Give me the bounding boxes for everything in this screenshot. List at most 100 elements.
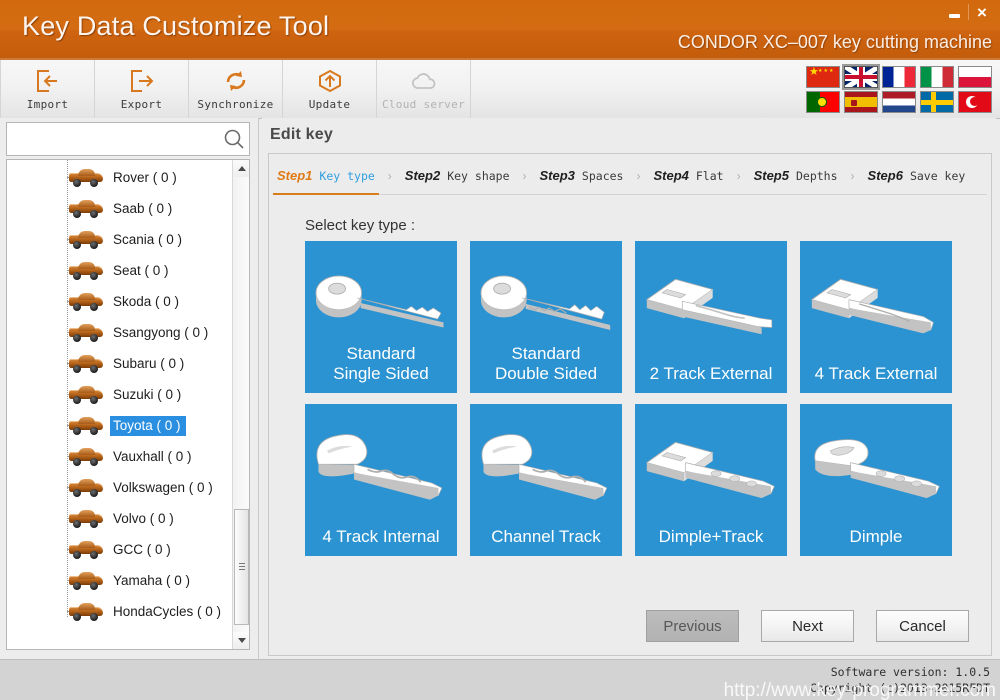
brand-tree-viewport: Rover ( 0 ) Saab ( 0 ) Scania ( 0 )Seat ( … bbox=[7, 160, 232, 649]
tree-item[interactable]: Scania ( 0 ) bbox=[7, 224, 232, 255]
window-controls: × bbox=[940, 0, 996, 24]
tree-item[interactable]: Seat ( 0 ) bbox=[7, 255, 232, 286]
tree-item[interactable]: GCC ( 0 ) bbox=[7, 534, 232, 565]
tree-item-label: Volvo ( 0 ) bbox=[110, 509, 179, 529]
tree-item[interactable]: Saab ( 0 ) bbox=[7, 193, 232, 224]
wizard-buttons: Previous Next Cancel bbox=[646, 610, 969, 642]
key-type-card[interactable]: Dimple+Track bbox=[635, 404, 787, 556]
step-tab-5[interactable]: Step5Depths bbox=[750, 158, 842, 194]
flag-sweden[interactable] bbox=[920, 91, 954, 113]
panel-divider bbox=[258, 118, 259, 660]
step-tab-3[interactable]: Step3Spaces bbox=[536, 158, 628, 194]
tree-item[interactable]: Toyota ( 0 ) bbox=[7, 410, 232, 441]
tree-scrollbar[interactable] bbox=[232, 160, 249, 649]
flag-portugal[interactable] bbox=[806, 91, 840, 113]
car-icon bbox=[69, 479, 103, 496]
car-icon bbox=[69, 324, 103, 341]
step-number: Step4 bbox=[653, 168, 688, 183]
key-type-label: 4 Track External bbox=[815, 364, 938, 384]
next-button[interactable]: Next bbox=[761, 610, 854, 642]
previous-button[interactable]: Previous bbox=[646, 610, 739, 642]
car-icon bbox=[69, 448, 103, 465]
toolbar: Import Export Synchronize bbox=[0, 60, 1000, 119]
step-number: Step5 bbox=[754, 168, 789, 183]
step-tab-6[interactable]: Step6 Save key bbox=[864, 158, 970, 194]
key-type-label: Dimple+Track bbox=[659, 527, 764, 547]
flag-united-kingdom[interactable] bbox=[844, 66, 878, 88]
dimple-icon bbox=[800, 418, 952, 514]
tree-item[interactable]: Ssangyong ( 0 ) bbox=[7, 317, 232, 348]
sidebar: Rover ( 0 ) Saab ( 0 ) Scania ( 0 )Seat ( … bbox=[0, 118, 258, 700]
search-box[interactable] bbox=[6, 122, 250, 156]
flag-china[interactable] bbox=[806, 66, 840, 88]
brand-tree-list: Rover ( 0 ) Saab ( 0 ) Scania ( 0 )Seat ( … bbox=[7, 160, 232, 627]
car-icon bbox=[69, 262, 103, 279]
key-type-card[interactable]: Dimple bbox=[800, 404, 952, 556]
key-type-card[interactable]: 4 Track Internal bbox=[305, 404, 457, 556]
flag-france[interactable] bbox=[882, 66, 916, 88]
toolbar-label-import: Import bbox=[27, 98, 69, 111]
search-input[interactable] bbox=[7, 123, 219, 155]
key-type-label: Dimple bbox=[850, 527, 903, 547]
tree-item[interactable]: Vauxhall ( 0 ) bbox=[7, 441, 232, 472]
flag-spain[interactable] bbox=[844, 91, 878, 113]
tree-item[interactable]: Volkswagen ( 0 ) bbox=[7, 472, 232, 503]
toolbar-button-cloud-server[interactable]: Cloud server bbox=[377, 60, 471, 118]
scroll-down-arrow[interactable] bbox=[233, 632, 250, 649]
std-double-icon bbox=[470, 255, 622, 351]
step-description: Key shape bbox=[447, 169, 509, 183]
key-type-label: Standard Single Sided bbox=[333, 344, 428, 384]
tree-item-label: Skoda ( 0 ) bbox=[110, 292, 184, 312]
key-type-label: Channel Track bbox=[491, 527, 601, 547]
tree-item-label: Yamaha ( 0 ) bbox=[110, 571, 195, 591]
edit-key-card: Step1Key type›Step2Key shape›Step3Spaces… bbox=[268, 153, 992, 656]
machine-title: CONDOR XC–007 key cutting machine bbox=[678, 32, 992, 53]
flag-netherlands[interactable] bbox=[882, 91, 916, 113]
step-number: Step6 bbox=[868, 168, 903, 183]
tree-item-label: Saab ( 0 ) bbox=[110, 199, 177, 219]
key-type-card[interactable]: Standard Single Sided bbox=[305, 241, 457, 393]
tree-item[interactable]: Rover ( 0 ) bbox=[7, 162, 232, 193]
step-description: Save key bbox=[910, 169, 965, 183]
minimize-button[interactable] bbox=[940, 1, 968, 23]
search-icon[interactable] bbox=[219, 128, 249, 150]
page-title: Edit key bbox=[270, 126, 333, 144]
step-number: Step2 bbox=[405, 168, 440, 183]
key-type-label: 2 Track External bbox=[650, 364, 773, 384]
flag-poland[interactable] bbox=[958, 66, 992, 88]
flag-italy[interactable] bbox=[920, 66, 954, 88]
car-icon bbox=[69, 355, 103, 372]
scroll-thumb[interactable] bbox=[234, 509, 249, 625]
flag-row-1 bbox=[806, 66, 992, 88]
tree-item[interactable]: HondaCycles ( 0 ) bbox=[7, 596, 232, 627]
tree-item-label: Suzuki ( 0 ) bbox=[110, 385, 186, 405]
tree-item[interactable]: Volvo ( 0 ) bbox=[7, 503, 232, 534]
toolbar-button-export[interactable]: Export bbox=[95, 60, 189, 118]
track4-ext-icon bbox=[800, 255, 952, 351]
key-type-card[interactable]: Standard Double Sided bbox=[470, 241, 622, 393]
step-tab-1[interactable]: Step1Key type bbox=[273, 158, 379, 194]
std-single-icon bbox=[305, 255, 457, 351]
toolbar-button-import[interactable]: Import bbox=[0, 60, 95, 118]
scroll-up-arrow[interactable] bbox=[233, 160, 250, 177]
key-type-card[interactable]: Channel Track bbox=[470, 404, 622, 556]
step-tab-4[interactable]: Step4Flat bbox=[649, 158, 727, 194]
flag-turkey[interactable] bbox=[958, 91, 992, 113]
toolbar-button-update[interactable]: Update bbox=[283, 60, 377, 118]
close-button[interactable]: × bbox=[968, 1, 996, 23]
tree-item[interactable]: Suzuki ( 0 ) bbox=[7, 379, 232, 410]
tree-item[interactable]: Skoda ( 0 ) bbox=[7, 286, 232, 317]
step-tab-2[interactable]: Step2 Key shape bbox=[401, 158, 514, 194]
tree-item[interactable]: Subaru ( 0 ) bbox=[7, 348, 232, 379]
toolbar-button-synchronize[interactable]: Synchronize bbox=[189, 60, 283, 118]
tree-item[interactable]: Yamaha ( 0 ) bbox=[7, 565, 232, 596]
key-type-card[interactable]: 4 Track External bbox=[800, 241, 952, 393]
key-type-label: 4 Track Internal bbox=[322, 527, 439, 547]
key-type-card[interactable]: 2 Track External bbox=[635, 241, 787, 393]
step-separator: › bbox=[627, 169, 649, 183]
step-number: Step1 bbox=[277, 168, 312, 183]
application-window: Key Data Customize Tool CONDOR XC–007 ke… bbox=[0, 0, 1000, 700]
cancel-button[interactable]: Cancel bbox=[876, 610, 969, 642]
synchronize-icon bbox=[223, 67, 249, 93]
export-icon bbox=[129, 67, 155, 93]
